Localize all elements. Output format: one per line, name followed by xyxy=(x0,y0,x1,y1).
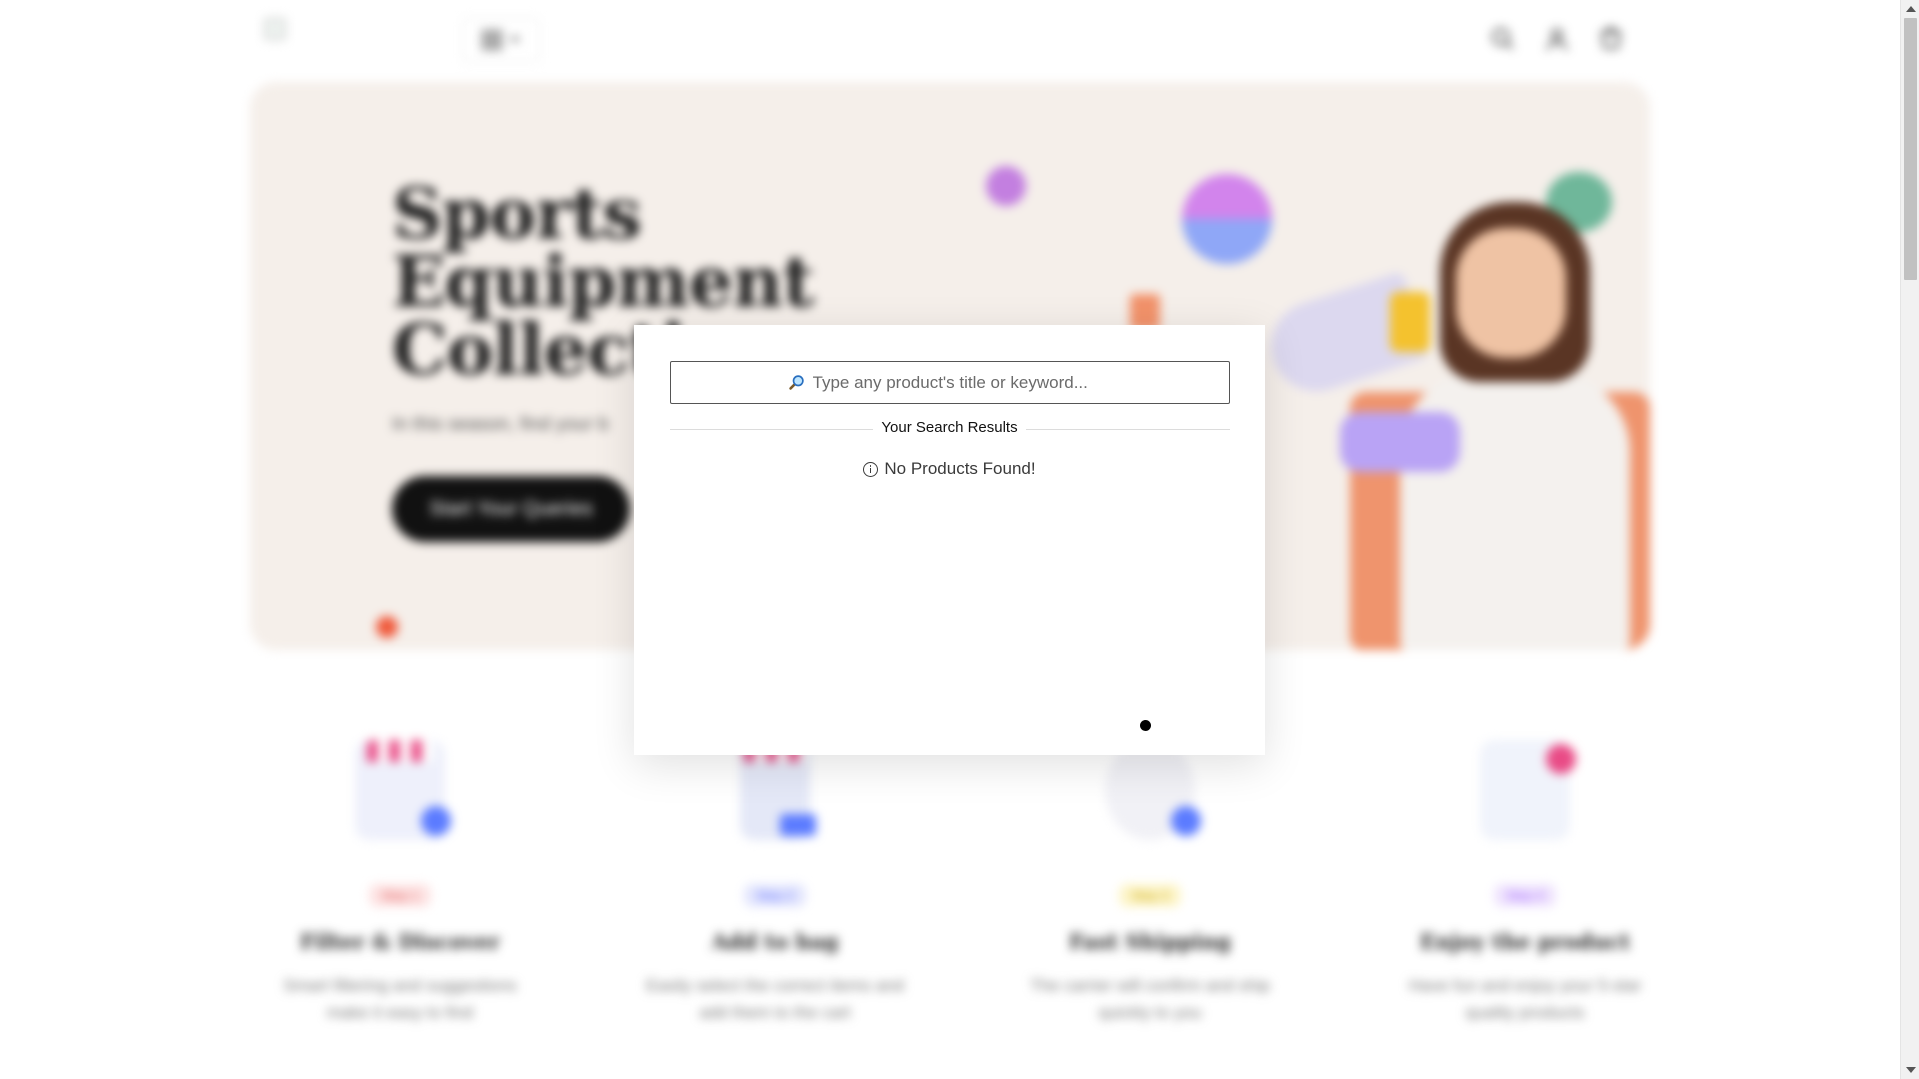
step-description: Smart filtering and suggestions make it e… xyxy=(283,976,517,1022)
stopwatch-illustration-icon xyxy=(1105,740,1201,840)
chevron-down-icon xyxy=(510,37,520,43)
step-card-4: Step 4 Enjoy the product Have fun and en… xyxy=(1375,740,1675,1026)
hero-image-person xyxy=(1240,172,1650,650)
search-icon[interactable] xyxy=(1490,26,1516,52)
step-description: Have fun and enjoy your 5-star quality pr… xyxy=(1408,976,1642,1022)
shop-illustration-icon xyxy=(355,740,451,840)
step-card-3: Step 3 Fast Shipping The carrier will co… xyxy=(1000,740,1300,1026)
empty-state: No Products Found! xyxy=(634,459,1265,479)
step-pill: Step 3 xyxy=(1119,884,1181,907)
mouse-cursor-dot xyxy=(1140,720,1151,731)
categories-button[interactable] xyxy=(462,18,540,62)
top-navigation-bar xyxy=(0,0,1900,80)
results-heading: Your Search Results xyxy=(634,419,1265,437)
step-pill: Step 1 xyxy=(369,884,431,907)
step-title: Add to bag xyxy=(711,929,839,954)
step-title: Fast Shipping xyxy=(1069,929,1231,954)
step-pill: Step 2 xyxy=(744,884,806,907)
step-description: Easily select the correct items and add t… xyxy=(646,976,904,1022)
how-it-works-steps: Step 1 Filter & Discover Smart filtering… xyxy=(250,740,1650,1040)
step-title: Filter & Discover xyxy=(299,929,500,954)
phone-illustration-icon xyxy=(740,740,816,840)
scrollbar-thumb[interactable] xyxy=(1904,18,1917,280)
step-pill: Step 4 xyxy=(1494,884,1556,907)
hero-subtitle: In this season, find your b xyxy=(392,414,609,435)
grid-icon xyxy=(482,30,502,50)
step-card-1: Step 1 Filter & Discover Smart filtering… xyxy=(250,740,550,1026)
decor-circle-purple xyxy=(986,166,1026,206)
start-queries-button[interactable]: Start Your Queries xyxy=(392,476,630,542)
search-input[interactable] xyxy=(812,372,1113,393)
info-icon xyxy=(863,461,879,477)
search-modal: Your Search Results No Products Found! xyxy=(634,325,1265,755)
broken-image-icon[interactable] xyxy=(264,18,286,40)
search-field[interactable] xyxy=(670,361,1230,404)
step-card-2: Step 2 Add to bag Easily select the corr… xyxy=(625,740,925,1026)
scroll-down-icon[interactable] xyxy=(1906,1067,1916,1073)
user-icon[interactable] xyxy=(1544,26,1570,52)
scroll-up-icon[interactable] xyxy=(1906,6,1916,12)
empty-message: No Products Found! xyxy=(884,459,1036,478)
magnifier-emoji-icon xyxy=(788,375,804,390)
step-title: Enjoy the product xyxy=(1419,929,1631,954)
step-description: The carrier will confirm and ship quickly… xyxy=(1030,976,1270,1022)
cart-icon[interactable] xyxy=(1598,26,1624,52)
carousel-dot[interactable] xyxy=(376,616,398,638)
product-illustration-icon xyxy=(1480,740,1576,840)
page-scrollbar[interactable] xyxy=(1900,0,1919,1079)
